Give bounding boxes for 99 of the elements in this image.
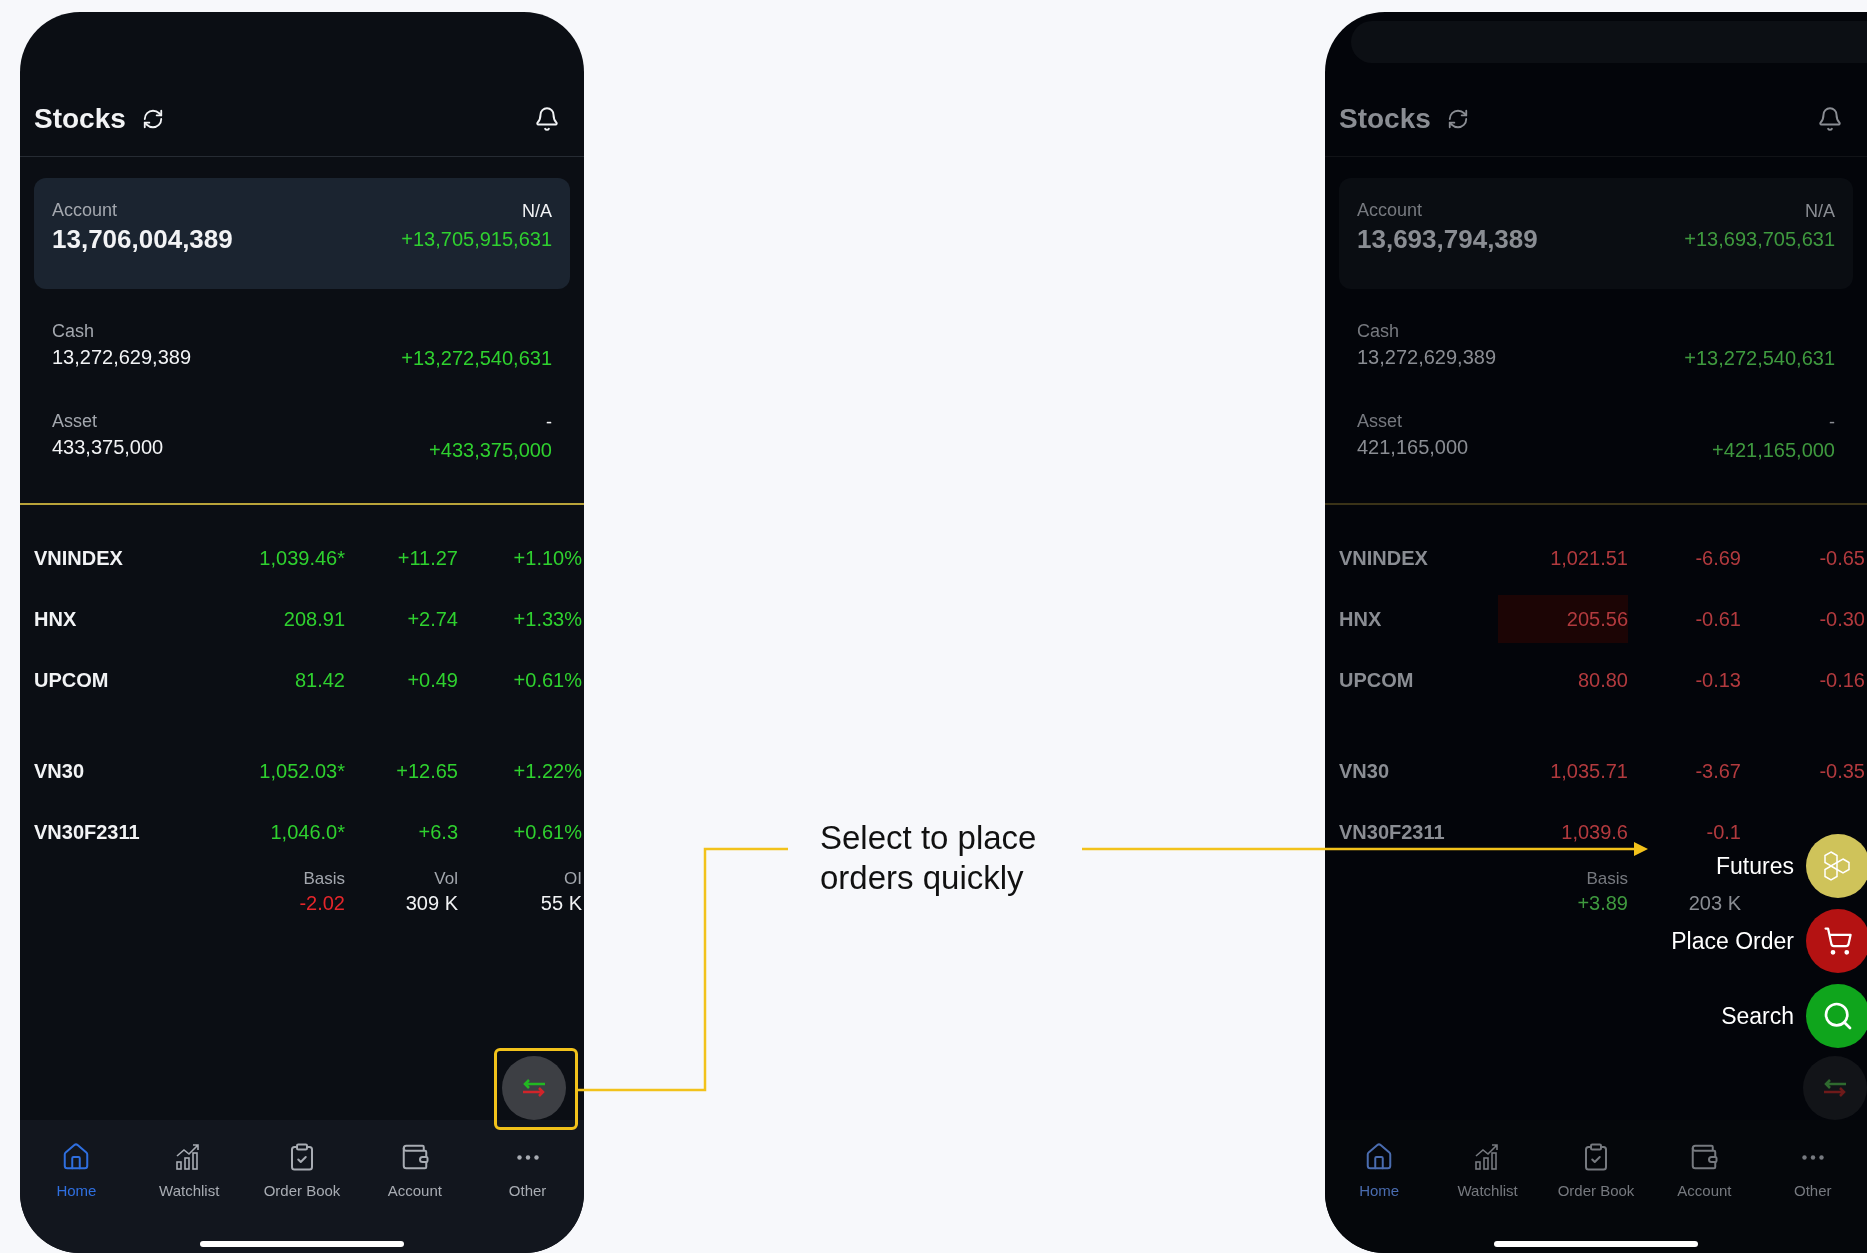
account-card[interactable]: Account 13,693,794,389 N/A +13,693,705,631	[1339, 178, 1853, 289]
index-change: -6.69	[1695, 545, 1741, 571]
index-percent: +0.61%	[513, 667, 582, 693]
more-icon	[1801, 1154, 1824, 1160]
index-percent: -0.30	[1819, 606, 1865, 632]
stat-label: Vol	[434, 868, 458, 890]
summary-label: Asset	[52, 410, 99, 433]
summary-note: -	[1829, 411, 1835, 434]
summary-label: Asset	[1357, 410, 1404, 433]
summary-note: N/A	[1805, 200, 1835, 223]
index-percent: +1.33%	[513, 606, 582, 632]
index-price: 81.42	[294, 667, 345, 693]
wallet-icon	[1689, 1142, 1720, 1172]
index-price: 1,021.51	[1550, 545, 1628, 571]
index-percent: -0.35	[1819, 758, 1865, 784]
nav-tab[interactable]: Other	[471, 1142, 584, 1203]
speed-dial-label: Search	[1721, 1001, 1794, 1031]
summary-change: +433,375,000	[429, 438, 552, 463]
index-name[interactable]: VNINDEX	[34, 542, 215, 573]
nav-tab[interactable]: Account	[1650, 1142, 1759, 1203]
nav-tab[interactable]: Watchlist	[1433, 1142, 1542, 1203]
index-percent: +1.22%	[513, 758, 582, 784]
summary-value: 421,165,000	[1357, 435, 1469, 460]
refresh-icon[interactable]	[141, 108, 164, 130]
index-name[interactable]: VNINDEX	[1339, 542, 1498, 573]
index-name[interactable]: VN30	[1339, 755, 1498, 786]
notification-bell-icon[interactable]	[534, 106, 560, 132]
index-change: -0.61	[1695, 606, 1741, 632]
annotation-caption: Select to place orders quickly	[820, 818, 1038, 898]
index-change: -0.13	[1695, 667, 1741, 693]
index-change: -0.1	[1706, 819, 1741, 845]
index-price: 1,052.03*	[259, 758, 345, 784]
summary-label: Cash	[1357, 320, 1401, 343]
basis-value: -2.02	[299, 891, 345, 916]
summary-note: N/A	[522, 200, 552, 223]
index-change: +12.65	[396, 758, 458, 784]
index-name[interactable]: UPCOM	[34, 664, 215, 695]
index-name[interactable]: HNX	[1339, 603, 1498, 634]
index-percent: +0.61%	[513, 819, 582, 845]
index-change: +0.49	[407, 667, 458, 693]
speed-dial-label: Place Order	[1671, 926, 1794, 956]
nav-tab[interactable]: Order Book	[245, 1142, 359, 1203]
notification-bell-icon[interactable]	[1817, 106, 1843, 132]
index-price: 1,039.6	[1561, 819, 1628, 845]
index-price: 208.91	[283, 606, 345, 632]
stat-label: Basis	[1586, 868, 1628, 890]
page-title: Stocks	[34, 102, 126, 136]
index-name[interactable]: UPCOM	[1339, 664, 1498, 695]
summary-value: 13,272,629,389	[1357, 345, 1497, 370]
nav-tab[interactable]: Watchlist	[132, 1142, 246, 1203]
summary-change: +13,272,540,631	[1684, 346, 1835, 371]
index-change: -3.67	[1695, 758, 1741, 784]
nav-tab[interactable]: Home	[20, 1142, 133, 1203]
summary-label: Cash	[52, 320, 96, 343]
speed-dial-label: Futures	[1716, 851, 1794, 881]
index-change: +6.3	[418, 819, 458, 845]
refresh-icon[interactable]	[1446, 108, 1469, 130]
index-name[interactable]: HNX	[34, 603, 215, 634]
summary-change: +13,705,915,631	[401, 227, 552, 252]
nav-tab[interactable]: Home	[1325, 1142, 1434, 1203]
summary-value: 13,706,004,389	[52, 223, 233, 256]
summary-change: +13,272,540,631	[401, 346, 552, 371]
index-price: 1,035.71	[1550, 758, 1628, 784]
swap-arrows-icon	[521, 1078, 547, 1098]
index-price: 1,039.46*	[259, 545, 345, 571]
volume-value: 309 K	[405, 891, 458, 916]
index-price: 80.80	[1577, 667, 1628, 693]
summary-change: +13,693,705,631	[1684, 227, 1835, 252]
cart-icon	[1823, 926, 1853, 956]
summary-value: 13,272,629,389	[52, 345, 192, 370]
stat-label: OI	[564, 868, 582, 890]
account-card[interactable]: Account 13,706,004,389 N/A +13,705,915,631	[34, 178, 570, 289]
index-change: +11.27	[397, 545, 458, 571]
summary-value: 13,693,794,389	[1357, 223, 1538, 256]
basis-value: +3.89	[1577, 891, 1628, 916]
index-name[interactable]: VN30	[34, 755, 215, 786]
summary-value: 433,375,000	[52, 435, 164, 460]
index-name[interactable]: VN30F2311	[34, 816, 215, 847]
summary-label: Account	[1357, 199, 1424, 222]
swap-arrows-icon	[1822, 1078, 1848, 1098]
stat-label: Basis	[303, 868, 345, 890]
index-change: +2.74	[407, 606, 458, 632]
index-percent: -0.16	[1819, 667, 1865, 693]
summary-change: +421,165,000	[1712, 438, 1835, 463]
open-interest-value: 55 K	[540, 891, 582, 916]
search-icon	[1822, 1000, 1854, 1032]
volume-value: 203 K	[1688, 891, 1741, 916]
index-name[interactable]: VN30F2311	[1339, 816, 1498, 847]
index-price: 205.56	[1566, 606, 1628, 632]
nav-tab[interactable]: Account	[358, 1142, 472, 1203]
page-title: Stocks	[1339, 102, 1431, 136]
more-icon	[516, 1154, 539, 1160]
nav-tab[interactable]: Order Book	[1541, 1142, 1651, 1203]
summary-label: Account	[52, 199, 119, 222]
nav-tab[interactable]: Other	[1758, 1142, 1867, 1203]
index-percent: -0.65	[1819, 545, 1865, 571]
index-price: 1,046.0*	[270, 819, 345, 845]
index-percent: +1.10%	[513, 545, 582, 571]
summary-note: -	[546, 411, 552, 434]
